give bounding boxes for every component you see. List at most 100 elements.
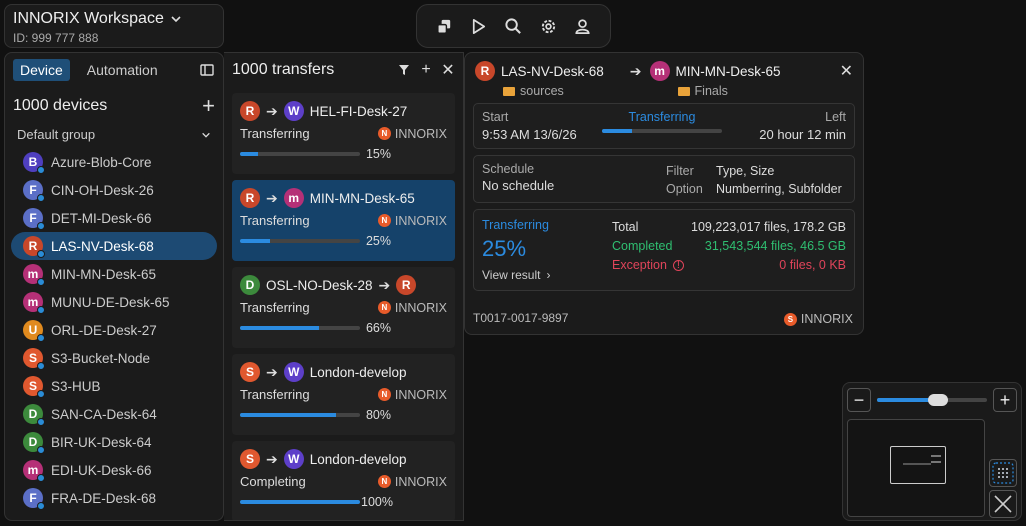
zoom-slider-thumb[interactable] [927,394,948,406]
device-name: S3-HUB [51,378,101,394]
play-icon[interactable] [466,13,492,39]
device-item[interactable]: m EDI-UK-Desk-66 [11,456,217,484]
device-item[interactable]: U ORL-DE-Desk-27 [11,316,217,344]
innorix-logo-icon: N [377,475,391,488]
device-item[interactable]: D SAN-CA-Desk-64 [11,400,217,428]
transfer-card[interactable]: S ➔ W London-develop Transferring N INNORIX 80% [232,354,455,435]
transfer-progress-bar [240,413,360,417]
option-label: Option [666,182,703,196]
device-item[interactable]: S S3-HUB [11,372,217,400]
tab-automation[interactable]: Automation [80,59,165,81]
transfer-status: Transferring [240,126,310,141]
search-icon[interactable] [500,13,526,39]
folder-icon [677,86,690,96]
brand-badge: N INNORIX [377,126,447,141]
exception-value: 0 files, 0 KB [779,258,846,272]
brand-name: INNORIX [800,312,853,326]
transfer-card[interactable]: R ➔ W HEL-FI-Desk-27 Transferring N INNORIX 15% [232,93,455,174]
brand-badge: S INNORIX [783,312,853,326]
zoom-out-button[interactable]: − [847,388,871,412]
arrow-right-icon: ➔ [266,363,278,380]
minimap[interactable] [847,419,985,517]
gear-icon[interactable] [535,13,561,39]
device-item[interactable]: R LAS-NV-Desk-68 [11,232,217,260]
device-name: MIN-MN-Desk-65 [51,266,157,282]
dest-avatar: m [649,61,670,81]
schedule-box[interactable]: Schedule No schedule Filter Option Type,… [473,155,855,203]
close-icon[interactable]: ✕ [840,61,853,81]
panel-layout-icon[interactable] [199,62,215,78]
grid-dots-icon[interactable] [989,459,1017,487]
start-value: 9:53 AM 13/6/26 [482,127,577,142]
device-avatar: m [23,460,45,482]
transfer-name: OSL-NO-Desk-28 [266,277,373,293]
zoom-slider[interactable] [877,394,987,406]
device-item[interactable]: S S3-Bucket-Node [11,344,217,372]
innorix-logo-icon: N [377,388,391,401]
device-avatar: U [23,320,45,342]
transfer-status: Transferring [240,387,310,402]
brand-name: INNORIX [394,126,447,141]
result-percent: 25% [482,236,527,261]
source-endpoint[interactable]: R LAS-NV-Desk-68 sources [475,61,604,98]
dest-folder: Finals [694,84,728,98]
info-icon[interactable]: ! [672,260,684,271]
transfer-detail-panel: R LAS-NV-Desk-68 sources ➔ m MIN-MN-Desk… [464,52,864,335]
brand-name: INNORIX [394,213,447,228]
transfer-percent: 100% [361,495,393,509]
start-label: Start [482,110,509,124]
device-avatar: F [23,208,45,230]
add-transfer-button[interactable]: + [419,61,433,78]
device-item[interactable]: F CIN-OH-Desk-26 [11,176,217,204]
tab-device[interactable]: Device [13,59,70,81]
device-name: LAS-NV-Desk-68 [51,238,154,254]
transfer-progress-bar [240,152,360,156]
device-item[interactable]: F DET-MI-Desk-66 [11,204,217,232]
device-item[interactable]: F FRA-DE-Desk-68 [11,484,217,512]
brand-name: INNORIX [394,474,447,489]
view-result-label: View result [482,268,541,282]
fit-view-icon[interactable] [989,490,1017,518]
online-status-dot [37,278,45,286]
close-icon[interactable]: ✕ [441,62,455,79]
copy-icon[interactable] [431,13,457,39]
device-item[interactable]: B Azure-Blob-Core [11,148,217,176]
zoom-in-button[interactable]: + [993,388,1017,412]
online-status-dot [37,222,45,230]
group-selector[interactable]: Default group [5,121,223,148]
add-device-button[interactable]: + [202,95,215,117]
transfer-percent: 25% [365,234,391,248]
chevron-down-icon [202,132,210,138]
transfer-status: Transferring [240,300,310,315]
source-name: LAS-NV-Desk-68 [501,63,604,79]
device-name: Azure-Blob-Core [51,154,152,170]
view-result-link[interactable]: View result › [482,268,550,282]
transfer-id: T0017-0017-9897 [473,311,569,325]
user-icon[interactable] [570,13,596,39]
transfer-card[interactable]: R ➔ m MIN-MN-Desk-65 Transferring N INNORIX 25% [232,180,455,261]
device-item[interactable]: m MIN-MN-Desk-65 [11,260,217,288]
schedule-label: Schedule [482,162,535,176]
workspace-selector[interactable]: INNORIX Workspace ID: 999 777 888 [4,4,224,48]
to-avatar: R [396,275,417,295]
status-label: Transferring [628,110,696,124]
transfer-card[interactable]: S ➔ W London-develop Completing N INNORIX 100% [232,441,455,520]
to-avatar: m [283,188,304,208]
device-item[interactable]: m MUNU-DE-Desk-65 [11,288,217,316]
transfer-card[interactable]: D OSL-NO-Desk-28 ➔ R Transferring N INNORIX 66% [232,267,455,348]
schedule-value: No schedule [482,178,555,193]
device-name: FRA-DE-Desk-68 [51,490,157,506]
filter-icon[interactable] [397,63,411,77]
transfer-name: London-develop [309,364,407,380]
device-item[interactable]: D BIR-UK-Desk-64 [11,428,217,456]
minimap-viewport[interactable] [890,446,946,484]
transfers-panel: 1000 transfers + ✕ R ➔ W HEL-FI-Desk-27 Tran… [224,52,464,521]
transfer-list: R ➔ W HEL-FI-Desk-27 Transferring N INNORIX 15%… [224,93,463,520]
dest-endpoint[interactable]: m MIN-MN-Desk-65 Finals [649,61,781,98]
result-box: Transferring 25% View result › Total Com… [473,209,855,291]
to-avatar: W [283,362,304,382]
online-status-dot [37,446,45,454]
transfer-progress-bar [240,326,360,330]
innorix-logo-icon: N [377,301,391,314]
chevron-down-icon[interactable] [170,13,182,25]
